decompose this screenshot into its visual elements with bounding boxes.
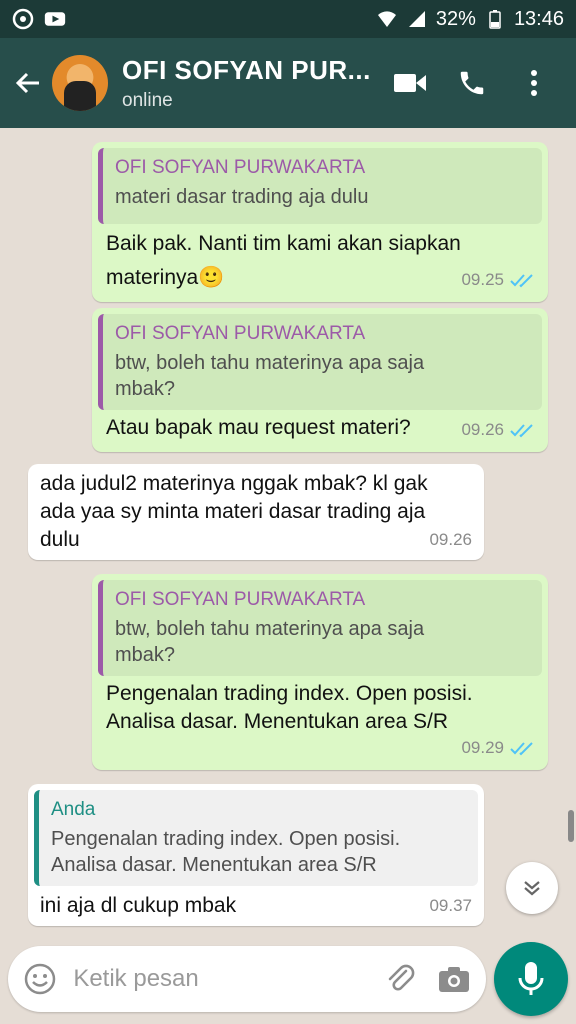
battery-percent: 32% [435,7,476,30]
message-time: 09.37 [429,896,472,915]
camera-icon [439,967,470,992]
attach-button[interactable] [383,959,418,999]
message-text: dulu [40,528,80,551]
more-options-button[interactable] [516,65,552,101]
contact-status: online [122,89,173,111]
phone-icon [460,71,484,95]
quote-text: btw, boleh tahu materinya apa saja [115,618,425,640]
chat-header: OFI SOFYAN PUR... online [0,38,576,128]
quote-author: OFI SOFYAN PURWAKARTA [115,323,366,344]
quote-text: mbak? [115,378,176,400]
message-text: ini aja dl cukup mbak [40,894,237,917]
message-time: 09.25 [461,270,504,289]
contact-name: OFI SOFYAN PUR... [122,54,371,85]
wifi-icon [376,8,398,30]
voice-call-button[interactable] [454,65,490,101]
message-input[interactable] [73,965,384,993]
message-outgoing[interactable]: OFI SOFYAN PURWAKARTA btw, boleh tahu ma… [92,574,548,770]
message-outgoing[interactable]: OFI SOFYAN PURWAKARTA btw, boleh tahu ma… [92,308,548,452]
paperclip-icon [388,964,415,991]
scrollbar[interactable] [568,810,574,842]
message-text: Pengenalan trading index. Open posisi. [106,682,473,705]
video-call-button[interactable] [392,65,428,101]
message-incoming[interactable]: Anda Pengenalan trading index. Open posi… [28,784,484,926]
message-time: 09.26 [461,420,504,439]
quote-text: Analisa dasar. Menentukan area S/R [51,854,377,876]
notification-icon [12,8,34,30]
arrow-left-icon [15,72,39,94]
message-incoming[interactable]: ada judul2 materinya nggak mbak? kl gak … [28,464,484,560]
double-chevron-down-icon [524,881,540,896]
quote-author: OFI SOFYAN PURWAKARTA [115,157,366,178]
quoted-message[interactable]: OFI SOFYAN PURWAKARTA materi dasar tradi… [98,148,542,224]
quote-author: OFI SOFYAN PURWAKARTA [115,589,366,610]
message-text: Analisa dasar. Menentukan area S/R [106,710,449,733]
message-time: 09.26 [429,530,472,549]
quoted-message[interactable]: Anda Pengenalan trading index. Open posi… [34,790,478,886]
status-bar: 32% 13:46 [0,0,576,38]
read-ticks-icon [510,424,533,438]
more-vertical-icon [531,70,537,96]
avatar[interactable] [52,55,108,111]
quoted-message[interactable]: OFI SOFYAN PURWAKARTA btw, boleh tahu ma… [98,314,542,410]
voice-message-button[interactable] [494,942,568,1016]
emoji-button[interactable] [22,959,57,999]
emoji-icon [24,963,55,995]
scroll-to-bottom-button[interactable] [506,862,558,914]
message-text: ada judul2 materinya nggak mbak? kl gak [40,472,428,495]
quote-text: mbak? [115,644,176,666]
message-text: ada yaa sy minta materi dasar trading aj… [40,500,426,523]
youtube-icon [44,8,66,30]
battery-icon [484,8,506,30]
signal-icon [406,8,428,30]
quoted-message[interactable]: OFI SOFYAN PURWAKARTA btw, boleh tahu ma… [98,580,542,676]
back-button[interactable] [4,59,52,107]
quote-author: Anda [51,799,96,820]
message-list[interactable]: OFI SOFYAN PURWAKARTA materi dasar tradi… [0,128,576,938]
quote-text: Pengenalan trading index. Open posisi. [51,828,401,850]
camera-button[interactable] [437,959,472,999]
message-composer [8,946,486,1012]
contact-info[interactable]: OFI SOFYAN PUR... online [122,55,371,112]
clock: 13:46 [513,7,564,30]
quote-text: btw, boleh tahu materinya apa saja [115,352,425,374]
message-text: Baik pak. Nanti tim kami akan siapkan [106,232,461,255]
message-time: 09.29 [461,738,504,757]
read-ticks-icon [510,274,533,288]
video-camera-icon [394,74,426,92]
message-outgoing[interactable]: OFI SOFYAN PURWAKARTA materi dasar tradi… [92,142,548,302]
quote-text: materi dasar trading aja dulu [115,186,369,208]
microphone-icon [518,962,544,995]
read-ticks-icon [510,742,533,756]
